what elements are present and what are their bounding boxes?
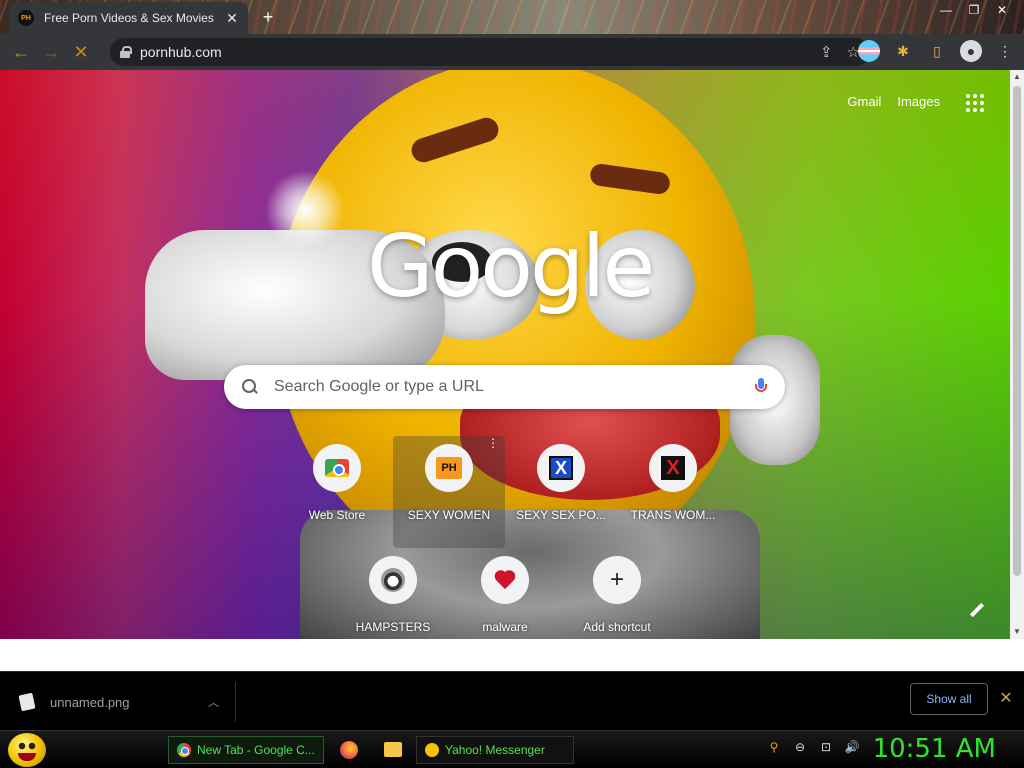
shortcut-label: SEXY SEX PO...	[516, 508, 606, 522]
share-icon[interactable]: ⇪	[820, 43, 833, 61]
ph-icon: PH	[436, 457, 462, 479]
status-tray-icon[interactable]: ⊖	[792, 739, 808, 755]
taskbar-clock[interactable]: 10:51 AM	[873, 734, 996, 764]
folder-icon[interactable]	[384, 742, 402, 757]
restore-icon[interactable]: ❐	[960, 0, 988, 20]
shortcut-web-store[interactable]: Web Store	[281, 436, 393, 548]
show-all-downloads-button[interactable]: Show all	[910, 683, 988, 715]
tab-close-icon[interactable]: ✕	[224, 10, 240, 27]
browser-toolbar: ← → ✕ pornhub.com ⇪ ☆ ✱ ▯ ● ⋮	[0, 34, 1024, 70]
add-shortcut-button[interactable]: + Add shortcut	[561, 548, 673, 639]
shortcut-trans-wom[interactable]: X TRANS WOM...	[617, 436, 729, 548]
stop-loading-button[interactable]: ✕	[66, 37, 96, 67]
chrome-menu-icon[interactable]: ⋮	[994, 40, 1016, 62]
webstore-icon	[325, 459, 349, 477]
page-scrollbar[interactable]: ▲ ▼	[1010, 70, 1024, 639]
tab-title: Free Porn Videos & Sex Movies -	[44, 11, 214, 25]
shortcut-label: malware	[482, 620, 528, 634]
tab-strip: PH Free Porn Videos & Sex Movies - ✕ + —…	[0, 0, 1024, 34]
shortcut-sexy-sex-po[interactable]: X SEXY SEX PO...	[505, 436, 617, 548]
shortcut-label: Add shortcut	[583, 620, 651, 634]
shortcut-label: Web Store	[308, 508, 366, 522]
url-text[interactable]: pornhub.com	[140, 44, 222, 60]
page-bottom-area	[0, 639, 1024, 671]
trans-flag-extension-icon[interactable]	[858, 40, 880, 62]
toolbar-extensions: ✱ ▯ ● ⋮	[858, 40, 1016, 62]
shortcut-label: HAMPSTERS	[355, 620, 431, 634]
system-tray: ⚲ ⊖ ⊡ 🔊	[766, 739, 860, 755]
shortcut-tile	[481, 556, 529, 604]
shortcut-malware[interactable]: malware	[449, 548, 561, 639]
search-tray-icon[interactable]: ⚲	[766, 739, 782, 755]
heart-icon	[493, 569, 517, 591]
os-taskbar: New Tab - Google C... Yahoo! Messenger ⚲…	[0, 730, 1024, 768]
address-bar[interactable]: pornhub.com ⇪ ☆	[110, 38, 870, 66]
volume-tray-icon[interactable]: 🔊	[844, 739, 860, 755]
network-tray-icon[interactable]: ⊡	[818, 739, 834, 755]
new-tab-button[interactable]: +	[258, 8, 278, 26]
chevron-up-icon[interactable]: ︿	[208, 694, 219, 710]
task-label: New Tab - Google C...	[197, 743, 315, 757]
shortcut-tile	[369, 556, 417, 604]
shortcut-tile: X	[537, 444, 585, 492]
customize-pencil-icon[interactable]	[970, 603, 984, 617]
minimize-icon[interactable]: —	[932, 0, 960, 20]
active-tab[interactable]: PH Free Porn Videos & Sex Movies - ✕	[10, 2, 248, 34]
chrome-icon	[177, 743, 191, 757]
shortcut-label: TRANS WOM...	[630, 508, 716, 522]
shortcut-more-icon[interactable]: ⋮	[487, 437, 499, 449]
window-controls: — ❐ ✕	[932, 0, 1016, 20]
start-button-smiley-icon[interactable]	[8, 733, 46, 767]
raccoon-icon	[381, 568, 405, 592]
side-panel-icon[interactable]: ▯	[926, 40, 948, 62]
firefox-icon[interactable]	[340, 741, 358, 759]
back-button[interactable]: ←	[6, 37, 36, 67]
download-file-name: unnamed.png	[50, 694, 130, 710]
task-label: Yahoo! Messenger	[445, 743, 545, 757]
lock-icon[interactable]	[120, 46, 132, 58]
scroll-thumb[interactable]	[1013, 86, 1021, 576]
x-blue-icon: X	[549, 456, 573, 480]
shortcut-hampsters[interactable]: HAMPSTERS	[337, 548, 449, 639]
download-item[interactable]: unnamed.png ︿	[0, 682, 236, 722]
x-red-icon: X	[661, 456, 685, 480]
shortcut-tile: X	[649, 444, 697, 492]
pornhub-favicon-icon: PH	[18, 10, 34, 26]
image-file-icon	[18, 692, 36, 712]
close-window-icon[interactable]: ✕	[988, 0, 1016, 20]
shortcut-tile: +	[593, 556, 641, 604]
taskbar-chrome-window[interactable]: New Tab - Google C...	[168, 736, 324, 764]
extensions-puzzle-icon[interactable]: ✱	[892, 40, 914, 62]
omnibox-actions: ⇪ ☆	[820, 43, 860, 61]
download-shelf: unnamed.png ︿ Show all ✕	[0, 671, 1024, 730]
shortcut-tile	[313, 444, 361, 492]
scroll-down-arrow-icon[interactable]: ▼	[1010, 625, 1024, 639]
plus-icon: +	[609, 566, 624, 593]
yahoo-messenger-icon	[425, 743, 439, 757]
forward-button[interactable]: →	[36, 37, 66, 67]
shortcut-label: SEXY WOMEN	[407, 508, 491, 522]
screen: PH Free Porn Videos & Sex Movies - ✕ + —…	[0, 0, 1024, 768]
shortcut-tile: PH	[425, 444, 473, 492]
close-download-shelf-icon[interactable]: ✕	[998, 688, 1014, 708]
taskbar-yahoo-messenger[interactable]: Yahoo! Messenger	[416, 736, 574, 764]
new-tab-page: Gmail Images Google Web Store ⋮ PH SEXY …	[0, 70, 1010, 639]
profile-avatar-icon[interactable]: ●	[960, 40, 982, 62]
shortcut-sexy-women[interactable]: ⋮ PH SEXY WOMEN	[393, 436, 505, 548]
shortcuts-grid: Web Store ⋮ PH SEXY WOMEN X SEXY SEX PO.…	[0, 70, 1010, 639]
scroll-up-arrow-icon[interactable]: ▲	[1010, 70, 1024, 84]
